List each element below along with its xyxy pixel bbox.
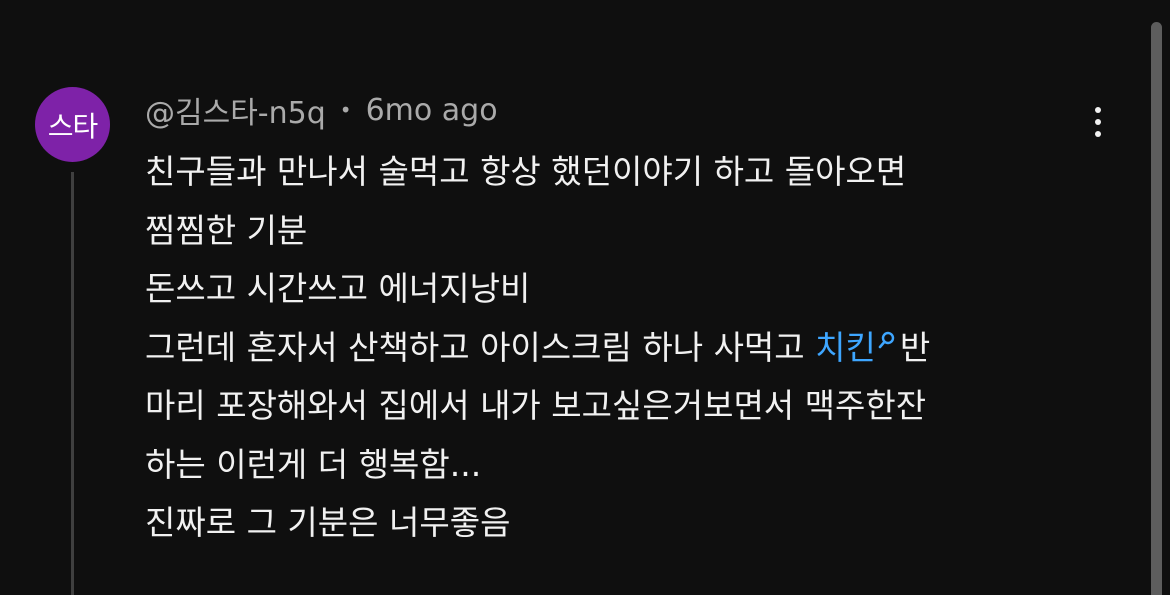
comment-line: 마리 포장해와서 집에서 내가 보고싶은거보면서 맥주한잔 — [145, 386, 927, 425]
search-icon — [878, 331, 895, 348]
avatar-text: 스타 — [47, 109, 99, 143]
comment-timestamp[interactable]: 6mo ago — [366, 93, 498, 128]
search-link[interactable]: 치킨 — [815, 328, 900, 367]
comment-line-text: 그런데 혼자서 산책하고 아이스크림 하나 사먹고 — [145, 327, 816, 367]
scrollbar-thumb[interactable] — [1151, 22, 1162, 595]
comment-line: 하는 이런게 더 행복함... — [145, 444, 482, 484]
comment-line: 그런데 혼자서 산책하고 아이스크림 하나 사먹고 치킨 반 — [145, 319, 1105, 378]
more-vert-icon-dot — [1095, 131, 1101, 137]
more-vert-icon — [1095, 107, 1101, 113]
author-name[interactable]: @김스타-n5q — [145, 88, 326, 132]
more-actions-button[interactable] — [1080, 98, 1116, 146]
comment-thread: 스타 @김스타-n5q • 6mo ago 친구들과 만나서 술먹고 항상 했던… — [0, 0, 1170, 595]
thread-line — [71, 172, 74, 595]
comment-line: 친구들과 만나서 술먹고 항상 했던이야기 하고 돌아오면 — [145, 152, 907, 191]
comment-line-text: 반 — [899, 327, 931, 367]
comment-header: @김스타-n5q • 6mo ago — [145, 88, 498, 132]
search-link-label: 치킨 — [815, 327, 876, 367]
comment-line: 돈쓰고 시간쓰고 에너지낭비 — [145, 269, 531, 308]
avatar[interactable]: 스타 — [35, 87, 110, 162]
meta-separator: • — [339, 98, 352, 122]
comment-line: 진짜로 그 기분은 너무좋음 — [145, 503, 511, 542]
comment-line: 찜찜한 기분 — [145, 210, 308, 250]
comment-text: 친구들과 만나서 술먹고 항상 했던이야기 하고 돌아오면 찜찜한 기분 돈쓰고… — [145, 143, 1105, 553]
more-vert-icon-dot — [1095, 119, 1101, 125]
